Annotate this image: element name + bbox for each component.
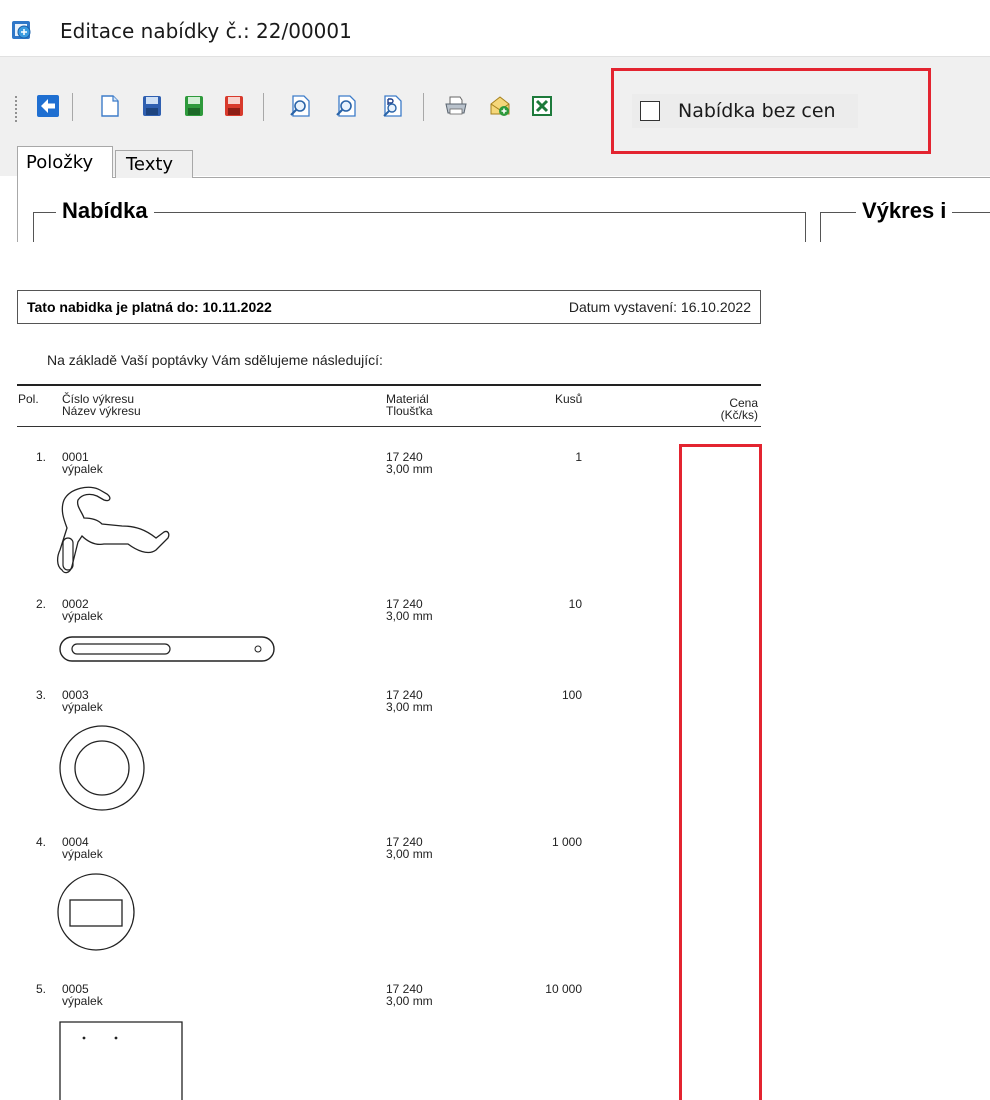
- toolbar-separator: [423, 93, 424, 121]
- row-thickness: 3,00 mm: [386, 847, 433, 861]
- col-thickness-header: Tloušťka: [386, 404, 433, 418]
- save-green-icon[interactable]: [182, 94, 206, 118]
- part-drawing-0005: [59, 1021, 183, 1100]
- row-thickness: 3,00 mm: [386, 700, 433, 714]
- part-drawing-0001: [56, 486, 170, 574]
- header-bottom-rule: [17, 426, 761, 427]
- toolbar-separator: [263, 93, 264, 121]
- col-pos-header: Pol.: [18, 392, 39, 406]
- row-thickness: 3,00 mm: [386, 462, 433, 476]
- col-price-unit-header: (Kč/ks): [720, 408, 758, 422]
- row-thickness: 3,00 mm: [386, 609, 433, 623]
- window-top: Editace nabídky č.: 22/00001 Nabídka bez…: [0, 0, 990, 242]
- tab-panel: [17, 177, 990, 242]
- row-qty: 1 000: [551, 835, 582, 849]
- intro-text: Na základě Vaší poptávky Vám sdělujeme n…: [47, 352, 383, 368]
- row-pos: 4.: [36, 835, 47, 849]
- save-red-icon[interactable]: [222, 94, 246, 118]
- validity-box: Tato nabidka je platná do: 10.11.2022 Da…: [17, 290, 761, 324]
- row-qty: 10: [568, 597, 582, 611]
- preview-2-icon[interactable]: [334, 94, 358, 118]
- pdf-preview-icon[interactable]: [380, 94, 404, 118]
- save-icon[interactable]: [140, 94, 164, 118]
- app-icon: [12, 21, 31, 39]
- row-pos: 2.: [36, 597, 47, 611]
- tab-items[interactable]: Položky: [17, 146, 113, 178]
- tab-texts[interactable]: Texty: [115, 150, 193, 178]
- col-drawing-name-header: Název výkresu: [62, 404, 141, 418]
- price-column-highlight: [679, 444, 762, 1100]
- group-border: [805, 212, 806, 242]
- window-title: Editace nabídky č.: 22/00001: [60, 19, 352, 43]
- excel-icon[interactable]: [530, 94, 554, 118]
- row-pos: 5.: [36, 982, 47, 996]
- row-thickness: 3,00 mm: [386, 994, 433, 1008]
- validity-text: Tato nabidka je platná do: 10.11.2022: [27, 299, 272, 315]
- group-border: [33, 212, 34, 242]
- group-title-offer: Nabídka: [56, 198, 154, 224]
- row-qty: 100: [561, 688, 582, 702]
- group-title-drawing: Výkres i: [856, 198, 953, 224]
- row-pos: 1.: [36, 450, 47, 464]
- back-icon[interactable]: [36, 94, 60, 118]
- email-icon[interactable]: [488, 94, 512, 118]
- part-drawing-0004: [57, 873, 135, 951]
- row-name: výpalek: [62, 609, 103, 623]
- row-name: výpalek: [62, 847, 103, 861]
- part-drawing-0003: [59, 725, 145, 811]
- toolbar-grip[interactable]: [14, 95, 18, 123]
- row-name: výpalek: [62, 994, 103, 1008]
- header-top-rule: [17, 384, 761, 386]
- row-qty: 1: [575, 450, 582, 464]
- issue-date: Datum vystavení: 16.10.2022: [568, 299, 751, 315]
- preview-icon[interactable]: [288, 94, 312, 118]
- print-icon[interactable]: [444, 94, 468, 118]
- new-document-icon[interactable]: [98, 94, 122, 118]
- highlight-frame: [611, 68, 931, 154]
- row-pos: 3.: [36, 688, 47, 702]
- group-border: [820, 212, 821, 242]
- col-qty-header: Kusů: [555, 392, 583, 406]
- row-name: výpalek: [62, 700, 103, 714]
- part-drawing-0002: [59, 636, 275, 662]
- toolbar-separator: [72, 93, 73, 121]
- row-name: výpalek: [62, 462, 103, 476]
- title-bar: Editace nabídky č.: 22/00001: [0, 0, 990, 56]
- row-qty: 10 000: [545, 982, 582, 996]
